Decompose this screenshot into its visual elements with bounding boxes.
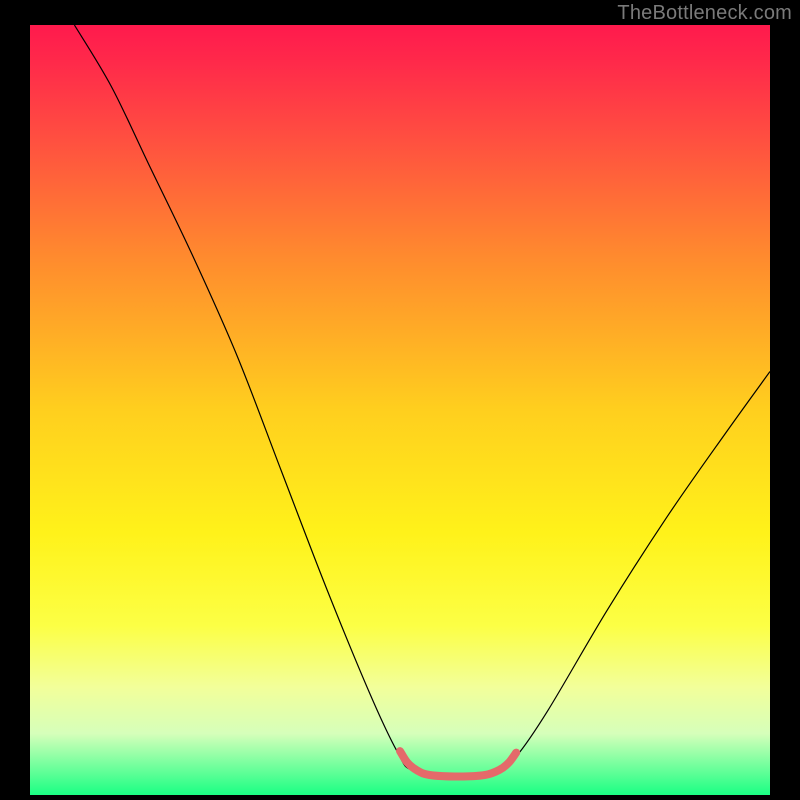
chart-background: [30, 25, 770, 795]
watermark-text: TheBottleneck.com: [617, 2, 792, 25]
bottleneck-chart: [30, 25, 770, 795]
chart-frame: TheBottleneck.com: [0, 0, 800, 800]
